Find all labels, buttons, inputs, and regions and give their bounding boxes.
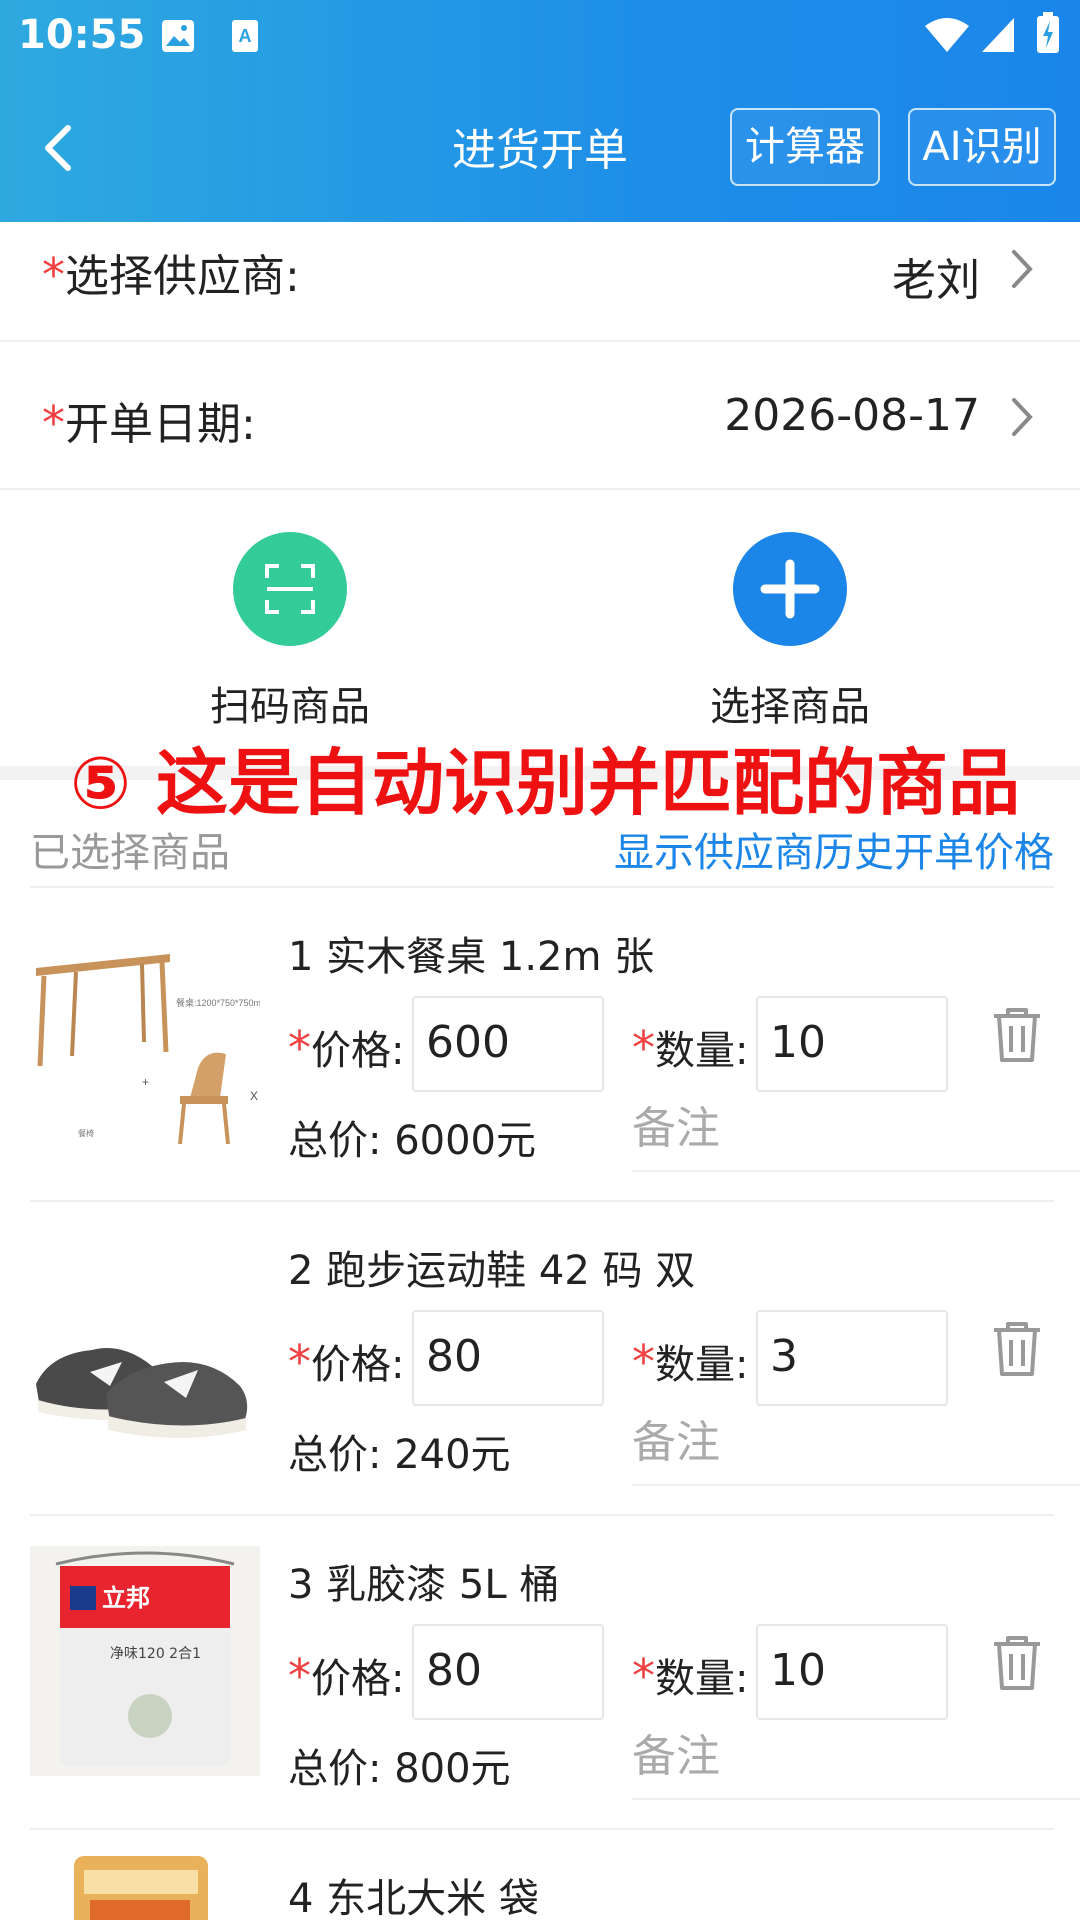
total-price: 总价: 800元 bbox=[288, 1746, 511, 1792]
quantity-label: *数量: bbox=[632, 1335, 749, 1389]
select-circle bbox=[733, 532, 847, 646]
product-name: 3 乳胶漆 5L 桶 bbox=[288, 1562, 560, 1608]
product-name: 1 实木餐桌 1.2m 张 bbox=[288, 934, 655, 980]
product-item: 立邦 净味120 2合1 3 乳胶漆 5L 桶 *价格: 80 *数量: 10 … bbox=[30, 1516, 1080, 1830]
price-input[interactable]: 600 bbox=[412, 996, 604, 1092]
chevron-right-icon bbox=[1012, 250, 1033, 288]
svg-text:A: A bbox=[239, 26, 252, 46]
product-name: 2 跑步运动鞋 42 码 双 bbox=[288, 1248, 696, 1294]
svg-text:+: + bbox=[142, 1075, 149, 1089]
svg-text:餐桌:1200*750*750mm: 餐桌:1200*750*750mm bbox=[176, 997, 260, 1008]
gallery-notification-icon bbox=[162, 20, 194, 52]
rice-bag-icon bbox=[74, 1856, 208, 1920]
quantity-input[interactable]: 3 bbox=[756, 1310, 948, 1406]
trash-icon[interactable] bbox=[990, 1634, 1044, 1692]
required-mark: * bbox=[42, 396, 65, 450]
chevron-right-icon bbox=[1012, 398, 1033, 436]
price-label: *价格: bbox=[288, 1649, 405, 1703]
ai-recognition-button[interactable]: AI识别 bbox=[908, 108, 1056, 186]
required-mark: * bbox=[632, 1649, 655, 1703]
trash-icon[interactable] bbox=[990, 1320, 1044, 1378]
product-item: 餐桌:1200*750*750mm + X 餐椅 1 实木餐桌 1.2m 张 *… bbox=[30, 888, 1080, 1202]
supplier-history-price-link[interactable]: 显示供应商历史开单价格 bbox=[614, 820, 1054, 878]
required-mark: * bbox=[632, 1021, 655, 1075]
required-mark: * bbox=[288, 1649, 311, 1703]
select-product-button[interactable]: 选择商品 bbox=[680, 532, 900, 732]
trash-icon[interactable] bbox=[990, 1006, 1044, 1064]
required-mark: * bbox=[42, 248, 65, 302]
selected-products-title: 已选择商品 bbox=[30, 830, 230, 876]
svg-text:立邦: 立邦 bbox=[102, 1584, 150, 1612]
quantity-label: *数量: bbox=[632, 1021, 749, 1075]
date-row[interactable]: *开单日期: 2026-08-17 bbox=[0, 342, 1080, 490]
required-mark: * bbox=[632, 1335, 655, 1389]
product-name: 4 东北大米 袋 bbox=[288, 1876, 539, 1920]
selected-products-header: 已选择商品 显示供应商历史开单价格 bbox=[30, 812, 1054, 888]
supplier-row[interactable]: *选择供应商: 老刘 bbox=[0, 222, 1080, 342]
status-bar: 10:55 A bbox=[0, 0, 1080, 72]
app-header: 10:55 A 进货开单 计算器 AI识别 bbox=[0, 0, 1080, 222]
note-input[interactable]: 备注 bbox=[632, 1408, 1080, 1486]
dining-table-icon: 餐桌:1200*750*750mm + X 餐椅 bbox=[30, 918, 260, 1148]
supplier-value: 老刘 bbox=[892, 255, 980, 306]
required-mark: * bbox=[288, 1335, 311, 1389]
total-price: 总价: 6000元 bbox=[288, 1118, 536, 1164]
scan-product-button[interactable]: 扫码商品 bbox=[180, 532, 400, 732]
battery-charging-icon bbox=[1037, 12, 1059, 53]
product-item: 4 东北大米 袋 bbox=[30, 1830, 1054, 1920]
price-label: *价格: bbox=[288, 1335, 405, 1389]
scan-icon bbox=[265, 564, 315, 614]
quantity-input[interactable]: 10 bbox=[756, 1624, 948, 1720]
toolbar: 进货开单 计算器 AI识别 bbox=[0, 100, 1080, 190]
date-value: 2026-08-17 bbox=[724, 390, 980, 441]
total-price: 总价: 240元 bbox=[288, 1432, 511, 1478]
signal-icon bbox=[982, 18, 1014, 52]
note-input[interactable]: 备注 bbox=[632, 1722, 1080, 1800]
status-time: 10:55 bbox=[18, 12, 146, 58]
scan-circle bbox=[233, 532, 347, 646]
running-shoes-icon bbox=[30, 1232, 260, 1462]
quantity-input[interactable]: 10 bbox=[756, 996, 948, 1092]
plus-icon bbox=[760, 559, 820, 619]
note-input[interactable]: 备注 bbox=[632, 1094, 1080, 1172]
price-label: *价格: bbox=[288, 1021, 405, 1075]
supplier-label: *选择供应商: bbox=[42, 248, 300, 302]
product-item: 2 跑步运动鞋 42 码 双 *价格: 80 *数量: 3 总价: 240元 备… bbox=[30, 1202, 1080, 1516]
required-mark: * bbox=[288, 1021, 311, 1075]
svg-text:净味120 2合1: 净味120 2合1 bbox=[110, 1646, 201, 1662]
price-input[interactable]: 80 bbox=[412, 1310, 604, 1406]
paint-bucket-icon: 立邦 净味120 2合1 bbox=[30, 1546, 260, 1776]
quantity-label: *数量: bbox=[632, 1649, 749, 1703]
app-notification-icon: A bbox=[232, 20, 258, 52]
svg-text:X: X bbox=[250, 1089, 258, 1103]
wifi-icon bbox=[925, 18, 969, 52]
calculator-button[interactable]: 计算器 bbox=[730, 108, 880, 186]
price-input[interactable]: 80 bbox=[412, 1624, 604, 1720]
svg-text:餐椅: 餐椅 bbox=[78, 1128, 94, 1138]
date-label: *开单日期: bbox=[42, 396, 256, 450]
